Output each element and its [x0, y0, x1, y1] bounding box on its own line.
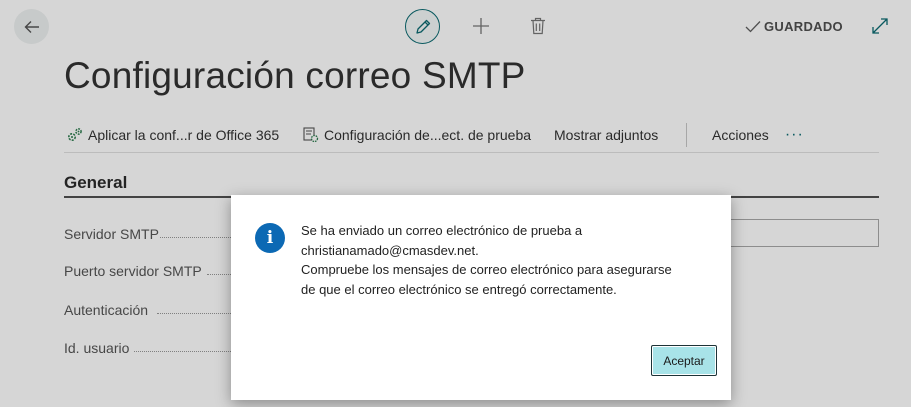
info-icon: i: [255, 223, 285, 253]
ok-button[interactable]: Aceptar: [651, 345, 717, 376]
dialog-message-line: christianamado@cmasdev.net.: [301, 242, 479, 258]
dialog-message: Se ha enviado un correo electrónico de p…: [301, 221, 721, 299]
dialog-message-line: Se ha enviado un correo electrónico de p…: [301, 223, 583, 238]
dialog-message-line: de que el correo electrónico se entregó …: [301, 281, 617, 297]
page: GUARDADO Configuración correo SMTP Aplic…: [0, 0, 911, 407]
dialog-message-line: Compruebe los mensajes de correo electró…: [301, 262, 672, 277]
message-dialog: i Se ha enviado un correo electrónico de…: [231, 195, 731, 400]
